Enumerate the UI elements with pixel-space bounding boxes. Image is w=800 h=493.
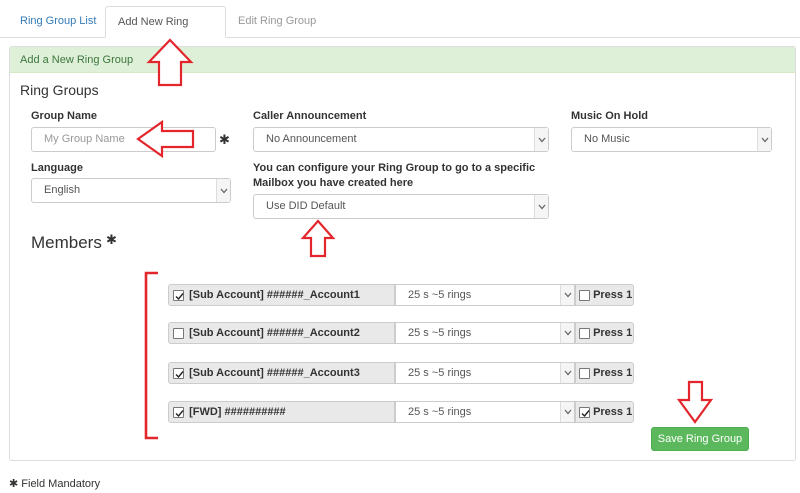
red-bracket xyxy=(144,271,158,440)
red-arrow-left-icon xyxy=(136,119,195,159)
red-arrow-up-icon xyxy=(300,219,336,258)
red-arrow-down-icon xyxy=(676,380,714,424)
annotation-overlay xyxy=(136,38,714,440)
red-arrow-up-icon xyxy=(146,38,194,87)
